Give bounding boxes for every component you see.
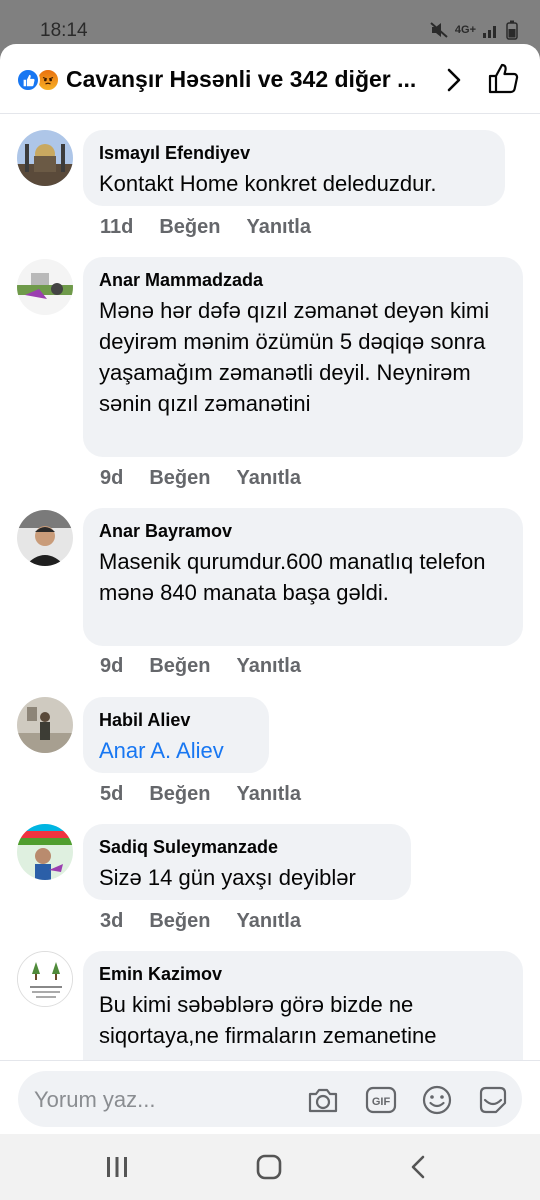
battery-icon xyxy=(506,20,518,40)
reply-button[interactable]: Yanıtla xyxy=(236,467,300,490)
comment-input[interactable]: Yorum yaz... GIF xyxy=(18,1071,522,1127)
avatar[interactable] xyxy=(17,259,73,315)
reply-button[interactable]: Yanıtla xyxy=(246,216,310,239)
reactions-title[interactable]: Cavanşır Həsənli ve 342 diğer ... xyxy=(66,66,426,93)
avatar[interactable] xyxy=(17,697,73,753)
like-button[interactable]: Beğen xyxy=(149,467,210,490)
comment-bubble[interactable]: Anar Mammadzada Mənə hər dəfə qızıl zəma… xyxy=(83,257,523,457)
comment-bubble[interactable]: Ismayıl Efendiyev Kontakt Home konkret d… xyxy=(83,130,505,206)
back-icon[interactable] xyxy=(404,1152,434,1182)
like-outline-icon[interactable] xyxy=(486,62,520,96)
comment-author[interactable]: Emin Kazimov xyxy=(99,963,507,985)
mute-icon xyxy=(430,22,448,38)
gif-icon[interactable]: GIF xyxy=(364,1083,398,1117)
comment-text: Sizə 14 gün yaxşı deyiblər xyxy=(99,865,356,890)
comment-time[interactable]: 3d xyxy=(100,910,123,933)
like-button[interactable]: Beğen xyxy=(149,783,210,806)
reply-button[interactable]: Yanıtla xyxy=(236,910,300,933)
comment-time[interactable]: 9d xyxy=(100,655,123,678)
avatar[interactable] xyxy=(17,824,73,880)
home-icon[interactable] xyxy=(254,1152,284,1182)
comment-author[interactable]: Ismayıl Efendiyev xyxy=(99,142,489,164)
comment-input-placeholder: Yorum yaz... xyxy=(34,1087,156,1112)
signal-icon xyxy=(483,26,496,38)
reply-button[interactable]: Yanıtla xyxy=(236,783,300,806)
comment-text: Kontakt Home konkret deleduzdur. xyxy=(99,171,437,196)
system-nav-bar xyxy=(0,1134,540,1200)
avatar[interactable] xyxy=(17,130,73,186)
like-reaction-icon xyxy=(16,68,40,92)
comment-bubble[interactable]: Sadiq Suleymanzade Sizə 14 gün yaxşı dey… xyxy=(83,824,411,900)
comment-author[interactable]: Anar Bayramov xyxy=(99,520,507,542)
mention-link[interactable]: Anar A. Aliev xyxy=(99,735,253,766)
comment-time[interactable]: 9d xyxy=(100,467,123,490)
like-button[interactable]: Beğen xyxy=(149,910,210,933)
comment-bubble[interactable]: Emin Kazimov Bu kimi səbəblərə görə bizd… xyxy=(83,951,523,1060)
like-button[interactable]: Beğen xyxy=(159,216,220,239)
svg-text:GIF: GIF xyxy=(372,1096,391,1108)
comment-time[interactable]: 11d xyxy=(100,216,133,239)
comment-list: Ismayıl Efendiyev Kontakt Home konkret d… xyxy=(0,114,540,1060)
comments-sheet: Cavanşır Həsənli ve 342 diğer ... Ismayı… xyxy=(0,44,540,1134)
comment-actions: 3d Beğen Yanıtla xyxy=(100,910,301,933)
comment-composer: Yorum yaz... GIF xyxy=(0,1060,540,1134)
like-button[interactable]: Beğen xyxy=(149,655,210,678)
chevron-right-icon[interactable] xyxy=(440,66,468,94)
comment-text: Bu kimi səbəblərə görə bizde ne siqortay… xyxy=(99,992,437,1048)
comment-author[interactable]: Anar Mammadzada xyxy=(99,269,507,291)
avatar[interactable] xyxy=(17,951,73,1007)
reply-button[interactable]: Yanıtla xyxy=(236,655,300,678)
comment-actions: 11d Beğen Yanıtla xyxy=(100,216,311,239)
comment-time[interactable]: 5d xyxy=(100,783,123,806)
comment-text: Masenik qurumdur.600 manatlıq telefon mə… xyxy=(99,549,486,605)
comment-bubble[interactable]: Anar Bayramov Masenik qurumdur.600 manat… xyxy=(83,508,523,646)
comment-author[interactable]: Habil Aliev xyxy=(99,709,253,731)
status-time: 18:14 xyxy=(40,20,88,41)
comment-bubble[interactable]: Habil Aliev Anar A. Aliev xyxy=(83,697,269,773)
comment-text: Mənə hər dəfə qızıl zəmanət deyən kimi d… xyxy=(99,298,490,416)
camera-icon[interactable] xyxy=(306,1083,340,1117)
avatar[interactable] xyxy=(17,510,73,566)
comment-actions: 9d Beğen Yanıtla xyxy=(100,467,301,490)
reactions-header[interactable]: Cavanşır Həsənli ve 342 diğer ... xyxy=(0,44,540,114)
comment-actions: 9d Beğen Yanıtla xyxy=(100,655,301,678)
comment-actions: 5d Beğen Yanıtla xyxy=(100,783,301,806)
status-icons: 4G+ xyxy=(429,20,518,40)
network-label: 4G+ xyxy=(454,24,476,36)
status-bar: 18:14 4G+ xyxy=(0,0,540,44)
sticker-icon[interactable] xyxy=(476,1083,510,1117)
recent-apps-icon[interactable] xyxy=(102,1152,132,1182)
emoji-icon[interactable] xyxy=(420,1083,454,1117)
reaction-summary[interactable] xyxy=(16,68,62,92)
comment-author[interactable]: Sadiq Suleymanzade xyxy=(99,836,395,858)
